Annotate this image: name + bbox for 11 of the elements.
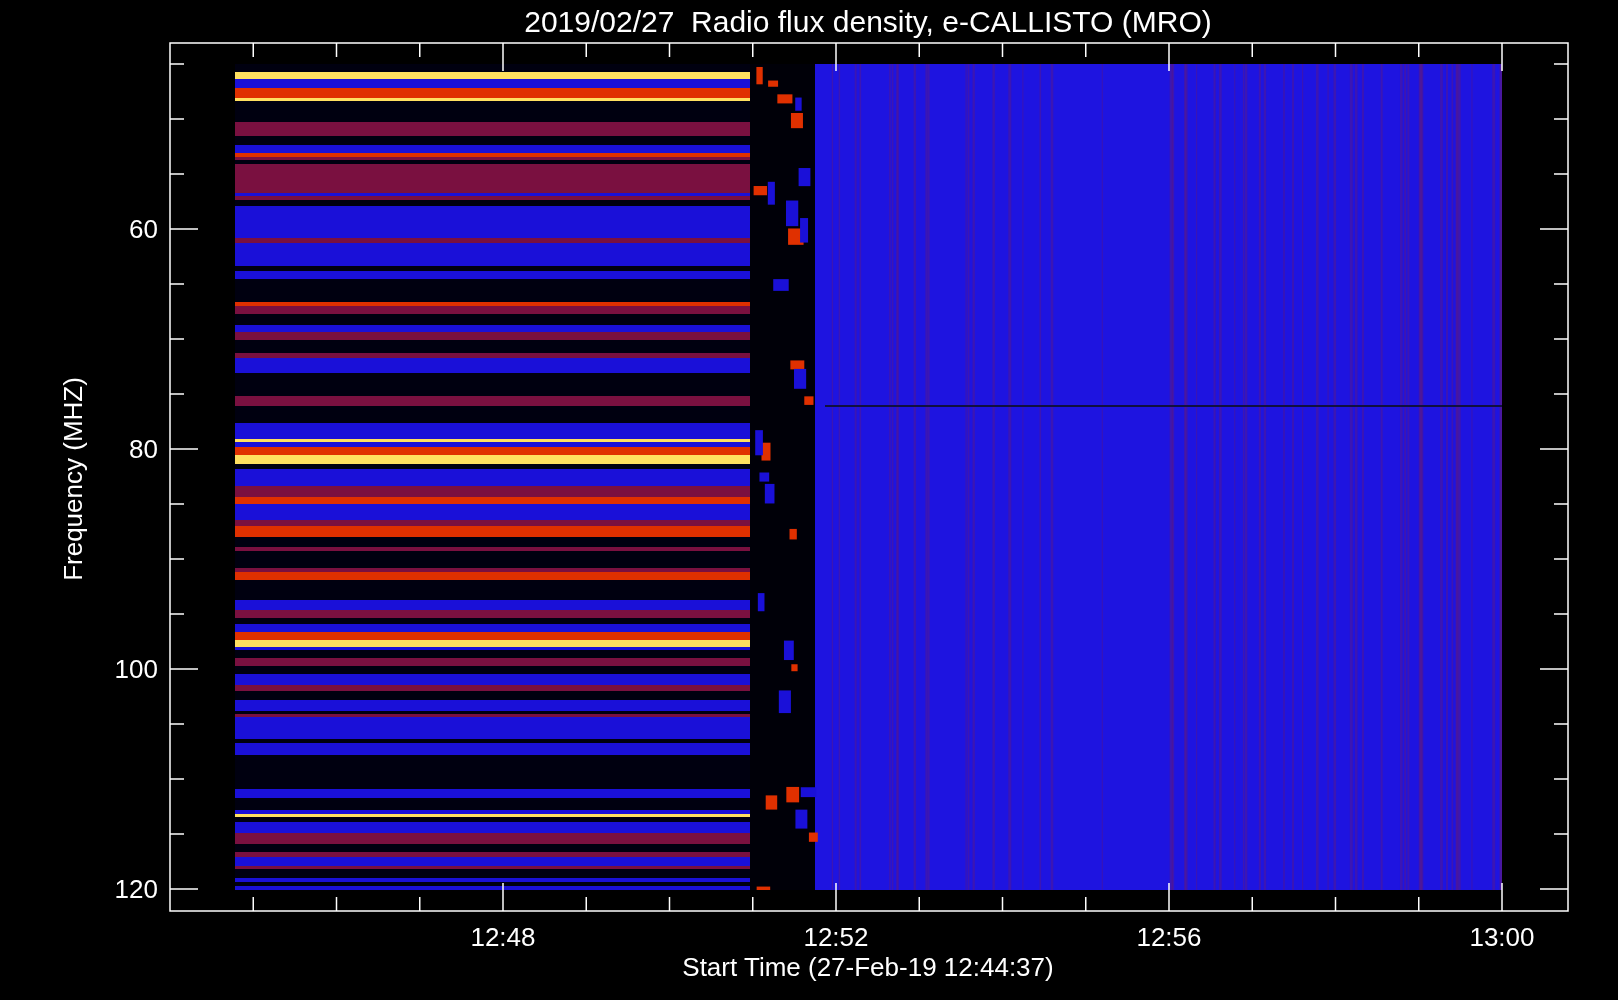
y-tick-label: 100	[114, 654, 158, 684]
y-tick-label: 80	[129, 434, 158, 464]
x-tick-label: 12:48	[470, 922, 536, 952]
y-tick-label: 60	[129, 214, 158, 244]
plot-title: 2019/02/27 Radio flux density, e-CALLISTO (MRO)	[524, 5, 1212, 38]
x-tick-label: 12:52	[803, 922, 869, 952]
y-tick-label: 120	[114, 874, 158, 904]
x-axis-label: Start Time (27-Feb-19 12:44:37)	[682, 952, 1054, 982]
y-axis-label: Frequency (MHZ)	[58, 377, 88, 581]
x-tick-label: 13:00	[1469, 922, 1535, 952]
x-tick-label: 12:56	[1136, 922, 1202, 952]
